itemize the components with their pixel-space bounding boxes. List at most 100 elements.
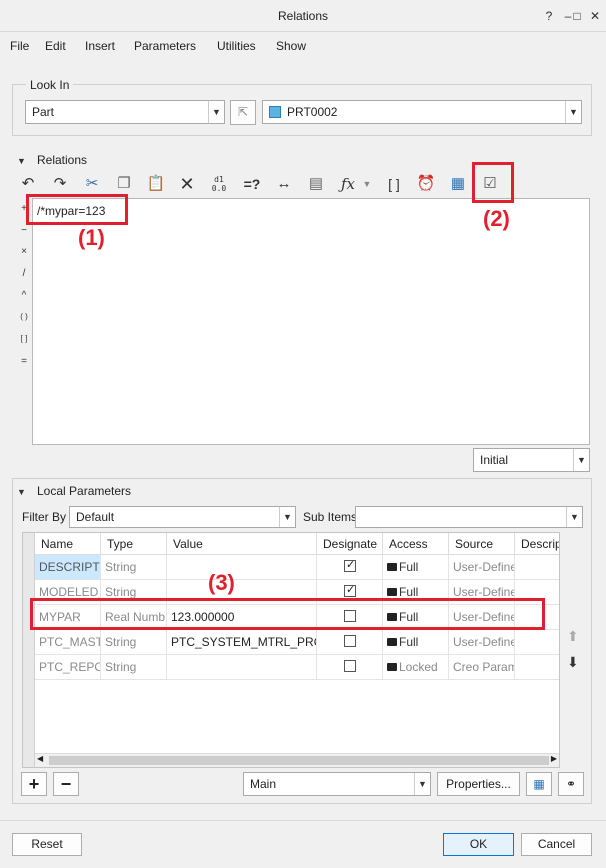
check-icon: ✓ [346, 584, 356, 596]
filter-by-select[interactable]: Default ▼ [69, 506, 296, 528]
look-in-label: Look In [26, 78, 74, 92]
table-row-source[interactable]: User-Define [449, 555, 515, 580]
remove-parameter-button[interactable]: − [53, 772, 79, 796]
table-row-value[interactable]: PTC_SYSTEM_MTRL_PROPS [167, 630, 317, 655]
column-header-description[interactable]: Descrip [515, 533, 559, 555]
menu-show[interactable]: Show [276, 39, 306, 53]
local-parameters-label: Local Parameters [37, 484, 132, 498]
operator-multiply[interactable]: × [17, 246, 31, 257]
select-model-button[interactable]: ⇱ [230, 100, 256, 125]
operator-brackets[interactable]: [ ] [17, 334, 31, 343]
operator-divide[interactable]: / [17, 268, 31, 279]
sub-items-select[interactable]: ▼ [355, 506, 583, 528]
relations-editor[interactable]: /*mypar=123 [32, 198, 590, 445]
look-in-type-select[interactable]: Part ▼ [25, 100, 225, 124]
function-dropdown-icon[interactable]: ▼ [360, 172, 374, 196]
callout-box-3 [30, 598, 545, 630]
insert-dimension-icon[interactable]: ↔ [272, 172, 296, 196]
paste-icon[interactable]: 📋 [144, 172, 168, 196]
relations-label: Relations [37, 153, 88, 167]
units-icon[interactable]: ⏰ [414, 172, 438, 196]
callout-label-1: (1) [78, 225, 105, 250]
column-header-source[interactable]: Source [449, 533, 515, 555]
undo-icon[interactable]: ↶ [16, 172, 40, 196]
operator-minus[interactable]: − [17, 225, 31, 236]
evaluate-icon[interactable]: =? [240, 172, 264, 196]
table-row-source[interactable]: Creo Param [449, 655, 515, 680]
table-row-access[interactable]: Full [383, 630, 449, 655]
table-row-name[interactable]: DESCRIPTIC [35, 555, 101, 580]
collapse-relations-icon[interactable]: ▼ [17, 156, 26, 166]
add-parameter-button[interactable]: + [21, 772, 47, 796]
scrollbar-thumb[interactable] [49, 756, 549, 765]
chevron-down-icon: ▼ [414, 773, 430, 795]
chevron-down-icon: ▼ [208, 101, 224, 123]
table-row-name[interactable]: PTC_MASTE [35, 630, 101, 655]
close-button[interactable]: ✕ [584, 0, 606, 32]
parameters-table[interactable]: Name Type Value Designate Access Source … [22, 532, 560, 768]
move-up-icon[interactable]: ⬆ [567, 628, 579, 645]
table-row-description[interactable] [515, 655, 559, 680]
table-columns-button[interactable]: ▦ [526, 772, 552, 796]
designate-checkbox[interactable]: ✓ [344, 584, 356, 597]
table-row-value[interactable] [167, 555, 317, 580]
properties-button[interactable]: Properties... [437, 772, 520, 796]
cut-icon[interactable]: ✂ [80, 172, 104, 196]
operator-parentheses[interactable]: ( ) [17, 312, 31, 321]
column-header-designate[interactable]: Designate [317, 533, 383, 555]
look-in-model-select[interactable]: PRT0002 ▼ [262, 100, 582, 124]
callout-label-2: (2) [483, 206, 510, 231]
table-row-type[interactable]: String [101, 655, 167, 680]
table-icon: ▦ [533, 777, 545, 791]
ok-button[interactable]: OK [443, 833, 514, 856]
redo-icon[interactable]: ↷ [48, 172, 72, 196]
copy-icon[interactable]: ❐ [112, 172, 136, 196]
horizontal-scrollbar[interactable]: ◀ ▶ [35, 753, 559, 767]
column-header-access[interactable]: Access [383, 533, 449, 555]
designate-checkbox[interactable]: ✓ [344, 559, 356, 572]
scroll-left-icon[interactable]: ◀ [37, 754, 43, 763]
designate-checkbox[interactable] [344, 660, 356, 672]
find-button[interactable]: ⚭ [558, 772, 584, 796]
table-row-type[interactable]: String [101, 555, 167, 580]
table-row-source[interactable]: User-Define [449, 630, 515, 655]
column-header-type[interactable]: Type [101, 533, 167, 555]
parentheses-icon[interactable]: [ ] [382, 172, 406, 196]
cancel-button[interactable]: Cancel [521, 833, 592, 856]
relations-phase-select[interactable]: Initial ▼ [473, 448, 590, 472]
sub-items-label: Sub Items [303, 510, 358, 524]
collapse-local-parameters-icon[interactable]: ▼ [17, 487, 26, 497]
table-row-access[interactable]: Locked [383, 655, 449, 680]
designate-checkbox[interactable] [344, 635, 356, 647]
table-row-description[interactable] [515, 555, 559, 580]
table-row-access[interactable]: Full [383, 555, 449, 580]
table-row-description[interactable] [515, 630, 559, 655]
reset-button[interactable]: Reset [12, 833, 82, 856]
column-header-name[interactable]: Name [35, 533, 101, 555]
callout-box-1 [26, 194, 128, 225]
display-values-icon[interactable]: d1 0.0 [207, 172, 231, 196]
menu-file[interactable]: File [10, 39, 29, 53]
table-row-value[interactable] [167, 655, 317, 680]
table-row-name[interactable]: PTC_REPOR [35, 655, 101, 680]
sort-icon[interactable]: ▤ [304, 172, 328, 196]
callout-label-3: (3) [208, 570, 235, 595]
lock-icon [387, 588, 397, 596]
footer-divider [0, 820, 606, 821]
scroll-right-icon[interactable]: ▶ [551, 754, 557, 763]
menu-parameters[interactable]: Parameters [134, 39, 196, 53]
operator-power[interactable]: ^ [17, 290, 31, 301]
column-header-value[interactable]: Value [167, 533, 317, 555]
delete-icon[interactable]: ✕ [175, 172, 199, 196]
menu-utilities[interactable]: Utilities [217, 39, 256, 53]
table-row-type[interactable]: String [101, 630, 167, 655]
operator-equals[interactable]: = [17, 356, 31, 367]
insert-function-icon[interactable]: ƒx [336, 172, 360, 196]
chevron-down-icon: ▼ [279, 507, 295, 527]
view-select[interactable]: Main ▼ [243, 772, 431, 796]
insert-parameter-icon[interactable]: ▦ [446, 172, 470, 196]
menu-insert[interactable]: Insert [85, 39, 115, 53]
filter-by-value: Default [76, 510, 115, 524]
menu-edit[interactable]: Edit [45, 39, 66, 53]
move-down-icon[interactable]: ⬇ [567, 654, 579, 671]
